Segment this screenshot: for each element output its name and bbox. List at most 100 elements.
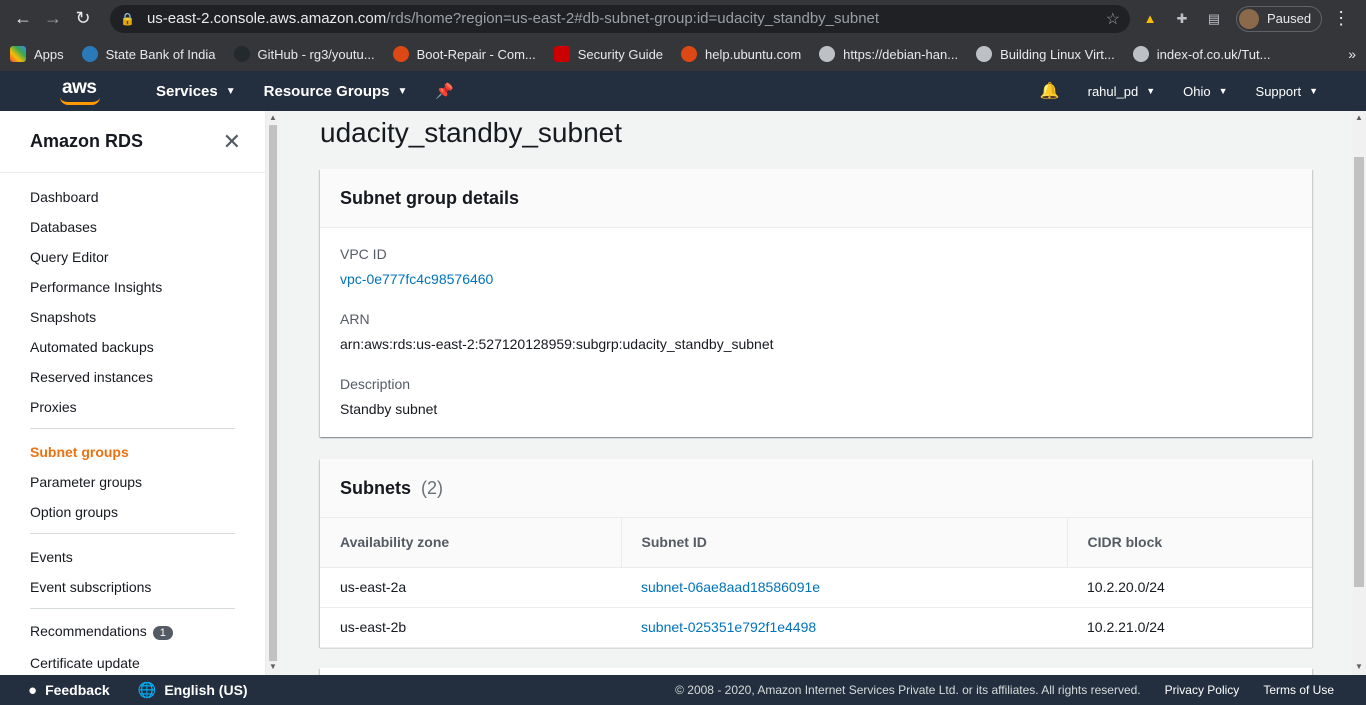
sidebar-item-events[interactable]: Events [30, 549, 73, 565]
main-scroll-thumb[interactable] [1354, 157, 1364, 587]
back-icon[interactable]: ← [8, 4, 38, 34]
scroll-up-icon[interactable]: ▲ [1355, 113, 1363, 122]
more-bookmarks-icon[interactable]: » [1348, 46, 1356, 62]
sidebar-item-query-editor[interactable]: Query Editor [30, 249, 109, 265]
ubuntu-icon [681, 46, 698, 62]
terms-of-use-link[interactable]: Terms of Use [1263, 683, 1334, 697]
sidebar-divider [30, 533, 235, 534]
privacy-policy-link[interactable]: Privacy Policy [1165, 683, 1240, 697]
sidebar-item-event-subscriptions[interactable]: Event subscriptions [30, 579, 151, 595]
bookmark-index-of[interactable]: index-of.co.uk/Tut... [1132, 46, 1270, 62]
bookmark-debian[interactable]: https://debian-han... [819, 46, 958, 62]
forward-icon[interactable]: → [38, 4, 68, 34]
support-menu[interactable]: Support ▼ [1256, 84, 1318, 99]
sidebar-scrollbar[interactable]: ▲ ▼ [266, 111, 280, 675]
caret-down-icon: ▼ [397, 85, 408, 97]
cell-cidr-block: 10.2.20.0/24 [1067, 567, 1312, 608]
google-drive-icon[interactable]: ▲ [1138, 9, 1162, 29]
feedback-button[interactable]: ● Feedback [28, 682, 110, 699]
pin-icon[interactable]: 📌 [435, 82, 454, 100]
bookmark-apps[interactable]: Apps [10, 46, 64, 62]
avatar [1239, 8, 1259, 29]
sidebar-title[interactable]: Amazon RDS [30, 131, 143, 152]
bookmark-github[interactable]: GitHub - rg3/youtu... [233, 46, 375, 62]
globe-icon [976, 46, 993, 62]
page-title: udacity_standby_subnet [320, 117, 622, 148]
services-menu[interactable]: Services ▼ [156, 83, 236, 100]
user-menu[interactable]: rahul_pd ▼ [1088, 84, 1156, 99]
sbi-icon [81, 46, 98, 62]
sidebar-divider [30, 608, 235, 609]
subnet-id-link[interactable]: subnet-025351e792f1e4498 [641, 619, 816, 635]
main-scrollbar[interactable]: ▲ ▼ [1352, 111, 1366, 675]
cell-subnet-id: subnet-06ae8aad18586091e [621, 567, 1067, 608]
subnet-id-link[interactable]: subnet-06ae8aad18586091e [641, 579, 820, 595]
sidebar-header: Amazon RDS ✕ [0, 111, 265, 173]
address-bar[interactable]: 🔒 us-east-2.console.aws.amazon.com /rds/… [110, 4, 1130, 33]
language-selector[interactable]: 🌐 English (US) [138, 681, 248, 699]
lock-icon: 🔒 [120, 11, 135, 26]
cell-availability-zone: us-east-2a [320, 567, 621, 608]
redhat-icon [553, 46, 570, 62]
bookmarks-bar: Apps State Bank of India GitHub - rg3/yo… [0, 37, 1366, 71]
profile-button[interactable]: Paused [1236, 5, 1323, 32]
github-icon [233, 46, 250, 62]
sidebar-item-option-groups[interactable]: Option groups [30, 504, 118, 520]
sidebar-scroll-thumb[interactable] [269, 125, 277, 661]
region-menu[interactable]: Ohio ▼ [1183, 84, 1227, 99]
chat-bubble-icon: ● [28, 681, 38, 699]
sidebar-item-databases[interactable]: Databases [30, 219, 97, 235]
scroll-up-icon[interactable]: ▲ [269, 113, 277, 122]
scroll-down-icon[interactable]: ▼ [269, 662, 277, 671]
description-value: Standby subnet [340, 401, 438, 417]
sidebar-divider [30, 428, 235, 429]
browser-menu-icon[interactable]: ⋮ [1332, 8, 1350, 29]
recommendations-badge: 1 [152, 626, 173, 640]
subnets-count: (2) [421, 477, 444, 498]
col-availability-zone[interactable]: Availability zone [320, 518, 621, 568]
sidebar-item-automated-backups[interactable]: Automated backups [30, 339, 154, 355]
cell-subnet-id: subnet-025351e792f1e4498 [621, 607, 1067, 648]
col-subnet-id[interactable]: Subnet ID [620, 518, 1067, 568]
bookmark-star-icon[interactable]: ☆ [1106, 9, 1120, 29]
clipboard-icon[interactable]: ▤ [1202, 9, 1226, 29]
vpc-id-link[interactable]: vpc-0e777fc4c98576460 [340, 271, 493, 287]
sidebar-item-dashboard[interactable]: Dashboard [30, 189, 99, 205]
bookmark-help-ubuntu[interactable]: help.ubuntu.com [681, 46, 801, 62]
scroll-down-icon[interactable]: ▼ [1355, 662, 1363, 671]
card-title: Subnets [340, 477, 412, 498]
close-icon[interactable]: ✕ [223, 129, 241, 155]
bell-icon[interactable]: 🔔 [1040, 81, 1060, 101]
sidebar-item-reserved-instances[interactable]: Reserved instances [30, 369, 153, 385]
main-content: udacity_standby_subnet Subnet group deta… [280, 111, 1352, 675]
card-header: Subnet group details [320, 169, 1312, 228]
extension-icon[interactable]: ✚ [1170, 9, 1194, 29]
reload-icon[interactable]: ↻ [68, 4, 98, 34]
arn-label: ARN [340, 311, 370, 327]
card-title: Subnet group details [340, 187, 520, 208]
browser-chrome: ← → ↻ 🔒 us-east-2.console.aws.amazon.com… [0, 0, 1366, 71]
sidebar-item-performance-insights[interactable]: Performance Insights [30, 279, 162, 295]
sidebar-item-parameter-groups[interactable]: Parameter groups [30, 474, 142, 490]
caret-down-icon: ▼ [225, 85, 236, 97]
resource-groups-menu[interactable]: Resource Groups ▼ [264, 83, 408, 100]
aws-logo[interactable]: aws [0, 71, 156, 111]
sidebar-item-proxies[interactable]: Proxies [30, 399, 77, 415]
sidebar-item-certificate-update[interactable]: Certificate update [30, 655, 140, 671]
apps-grid-icon [10, 46, 26, 62]
cell-availability-zone: us-east-2b [320, 607, 621, 648]
sidebar-item-recommendations[interactable]: Recommendations 1 [30, 623, 173, 640]
bookmark-boot-repair[interactable]: Boot-Repair - Com... [392, 46, 536, 62]
bookmark-sbi[interactable]: State Bank of India [81, 46, 216, 62]
sidebar-item-snapshots[interactable]: Snapshots [30, 309, 96, 325]
bookmark-linux-virt[interactable]: Building Linux Virt... [976, 46, 1115, 62]
caret-down-icon: ▼ [1146, 86, 1156, 96]
bookmark-security-guide[interactable]: Security Guide [553, 46, 663, 62]
sidebar-item-subnet-groups[interactable]: Subnet groups [30, 444, 129, 460]
profile-status: Paused [1267, 11, 1312, 26]
subnets-table: Availability zone Subnet ID CIDR block u… [320, 518, 1312, 648]
col-cidr-block[interactable]: CIDR block [1066, 518, 1312, 568]
browser-toolbar: ← → ↻ 🔒 us-east-2.console.aws.amazon.com… [0, 0, 1366, 37]
subnet-group-details-card: Subnet group details VPC ID vpc-0e777fc4… [320, 169, 1312, 437]
caret-down-icon: ▼ [1218, 86, 1228, 96]
